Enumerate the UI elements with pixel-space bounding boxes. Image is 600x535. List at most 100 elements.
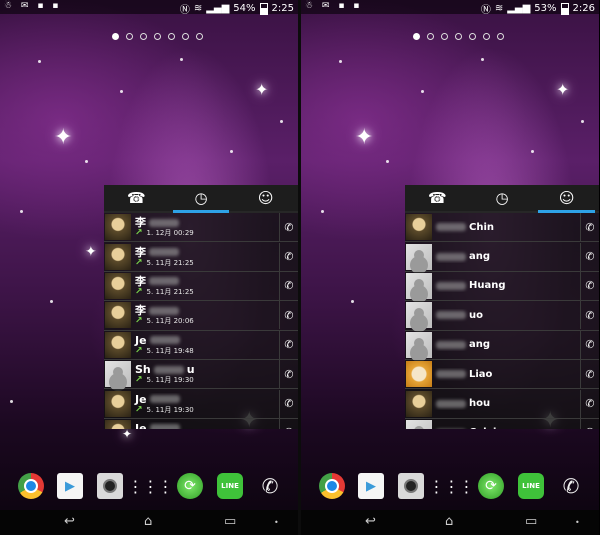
tab-call-log[interactable]: ◷: [470, 185, 535, 211]
call-button[interactable]: ✆: [279, 301, 298, 330]
call-date: 5. 11月 19:30: [146, 405, 194, 414]
menu-dot-icon[interactable]: •: [274, 518, 279, 527]
home-icon[interactable]: ⌂: [445, 514, 453, 529]
page-dot[interactable]: [469, 33, 476, 40]
call-meta: ↗ 1. 12月 00:29: [135, 229, 279, 238]
call-button[interactable]: ✆: [580, 360, 599, 389]
battery-icon: [259, 2, 268, 15]
page-indicator: [413, 33, 504, 40]
contact-name-line: ang: [436, 250, 580, 263]
page-dot[interactable]: [427, 33, 434, 40]
call-button[interactable]: ✆: [279, 242, 298, 271]
page-dot[interactable]: [182, 33, 189, 40]
contact-row[interactable]: Liao ✆: [405, 359, 599, 390]
call-date: 5. 11月 19:30: [146, 376, 194, 385]
page-dot[interactable]: [196, 33, 203, 40]
sync-icon[interactable]: ⟳: [177, 473, 203, 499]
call-button[interactable]: ✆: [580, 242, 599, 271]
app-drawer-icon[interactable]: ⋮⋮⋮: [429, 473, 475, 499]
menu-dot-icon[interactable]: •: [575, 518, 580, 527]
call-button[interactable]: ✆: [279, 360, 298, 389]
contact-name-line: ang: [436, 338, 580, 351]
tab-contacts[interactable]: ☺: [233, 185, 298, 211]
call-button[interactable]: ✆: [580, 389, 599, 418]
chrome-icon[interactable]: [319, 473, 345, 499]
battery-percent: 54%: [233, 3, 256, 14]
recents-icon[interactable]: ▭: [224, 514, 236, 529]
page-dot[interactable]: [455, 33, 462, 40]
contact-avatar: [105, 243, 131, 270]
call-button[interactable]: ✆: [279, 213, 298, 242]
line-app-icon[interactable]: LINE: [518, 473, 544, 499]
contact-text: Calvin: [432, 426, 580, 429]
sync-icon[interactable]: ⟳: [478, 473, 504, 499]
contact-text: Liao: [432, 368, 580, 381]
contact-avatar: [406, 331, 432, 358]
page-dot[interactable]: [413, 33, 420, 40]
back-icon[interactable]: ↩: [64, 514, 75, 529]
call-log-row[interactable]: 李 ↗ 1. 12月 00:29 ✆: [104, 213, 298, 243]
call-button[interactable]: ✆: [279, 330, 298, 359]
tab-dialer[interactable]: ☎: [405, 185, 470, 211]
contact-row[interactable]: ang ✆: [405, 242, 599, 272]
app-drawer-icon[interactable]: ⋮⋮⋮: [128, 473, 174, 499]
recents-icon[interactable]: ▭: [525, 514, 537, 529]
call-button[interactable]: ✆: [279, 418, 298, 429]
page-dot[interactable]: [441, 33, 448, 40]
page-dot[interactable]: [154, 33, 161, 40]
contact-avatar: [105, 214, 131, 241]
call-button[interactable]: ✆: [580, 301, 599, 330]
signal-icon: ▂▄▆: [507, 3, 531, 14]
camera-icon[interactable]: [97, 473, 123, 499]
call-date: 5. 11月 19:48: [146, 346, 194, 355]
tab-contacts[interactable]: ☺: [534, 185, 599, 213]
call-log-text: Je ↗ 5. 11月 19:30: [131, 393, 279, 415]
contact-row[interactable]: hou ✆: [405, 389, 599, 419]
camera-icon[interactable]: [398, 473, 424, 499]
call-button[interactable]: ✆: [580, 330, 599, 359]
tab-dialer[interactable]: ☎: [104, 185, 169, 211]
call-log-row[interactable]: 李 ↗ 5. 11月 21:25 ✆: [104, 242, 298, 272]
home-icon[interactable]: ⌂: [144, 514, 152, 529]
dock: ▶ ⋮⋮⋮ ⟳ LINE ✆: [301, 469, 599, 509]
call-button[interactable]: ✆: [279, 271, 298, 300]
contact-row[interactable]: uo ✆: [405, 301, 599, 331]
page-dot[interactable]: [483, 33, 490, 40]
phone-app-icon[interactable]: ✆: [558, 473, 584, 499]
call-log-row[interactable]: 李 ↗ 5. 11月 20:06 ✆: [104, 301, 298, 331]
back-icon[interactable]: ↩: [365, 514, 376, 529]
contact-row[interactable]: ang ✆: [405, 330, 599, 360]
line-app-icon[interactable]: LINE: [217, 473, 243, 499]
play-store-icon[interactable]: ▶: [358, 473, 384, 499]
call-button[interactable]: ✆: [580, 213, 599, 242]
page-dot[interactable]: [168, 33, 175, 40]
call-button[interactable]: ✆: [580, 418, 599, 429]
call-meta: ↗ 5. 11月 21:25: [135, 287, 279, 297]
call-log-row[interactable]: Je↗ ✆: [104, 418, 298, 429]
call-log-list[interactable]: 李 ↗ 1. 12月 00:29 ✆ 李 ↗ 5. 11月 21:25 ✆ 李 ↗ 5. 11月 2…: [104, 213, 298, 429]
call-button[interactable]: ✆: [279, 389, 298, 418]
call-meta: ↗ 5. 11月 20:06: [135, 317, 279, 326]
call-log-row[interactable]: Je ↗ 5. 11月 19:30 ✆: [104, 389, 298, 419]
call-log-row[interactable]: Je ↗ 5. 11月 19:48 ✆: [104, 330, 298, 360]
contact-row[interactable]: Chin ✆: [405, 213, 599, 243]
page-dot[interactable]: [126, 33, 133, 40]
outgoing-arrow-icon: ↗: [135, 375, 143, 386]
play-store-icon[interactable]: ▶: [57, 473, 83, 499]
tab-call-log[interactable]: ◷: [169, 185, 234, 213]
contact-row[interactable]: Calvin ✆: [405, 418, 599, 429]
page-dot[interactable]: [497, 33, 504, 40]
phone-app-icon[interactable]: ✆: [257, 473, 283, 499]
call-log-row[interactable]: Sh u ↗ 5. 11月 19:30 ✆: [104, 359, 298, 390]
chrome-icon[interactable]: [18, 473, 44, 499]
page-dot[interactable]: [112, 33, 119, 40]
call-log-row[interactable]: 李 ↗ 5. 11月 21:25 ✆: [104, 271, 298, 302]
contact-avatar: [406, 302, 432, 329]
contact-name-line: 李: [135, 275, 279, 288]
page-dot[interactable]: [140, 33, 147, 40]
call-button[interactable]: ✆: [580, 271, 599, 300]
contact-row[interactable]: Huang ✆: [405, 271, 599, 302]
contacts-list[interactable]: Chin ✆ ang ✆ Huang ✆ uo ✆ ang ✆ Liao ✆ hou ✆ Calvin ✆: [405, 213, 599, 429]
line-label: LINE: [522, 482, 540, 490]
contact-name: ang: [469, 339, 491, 351]
